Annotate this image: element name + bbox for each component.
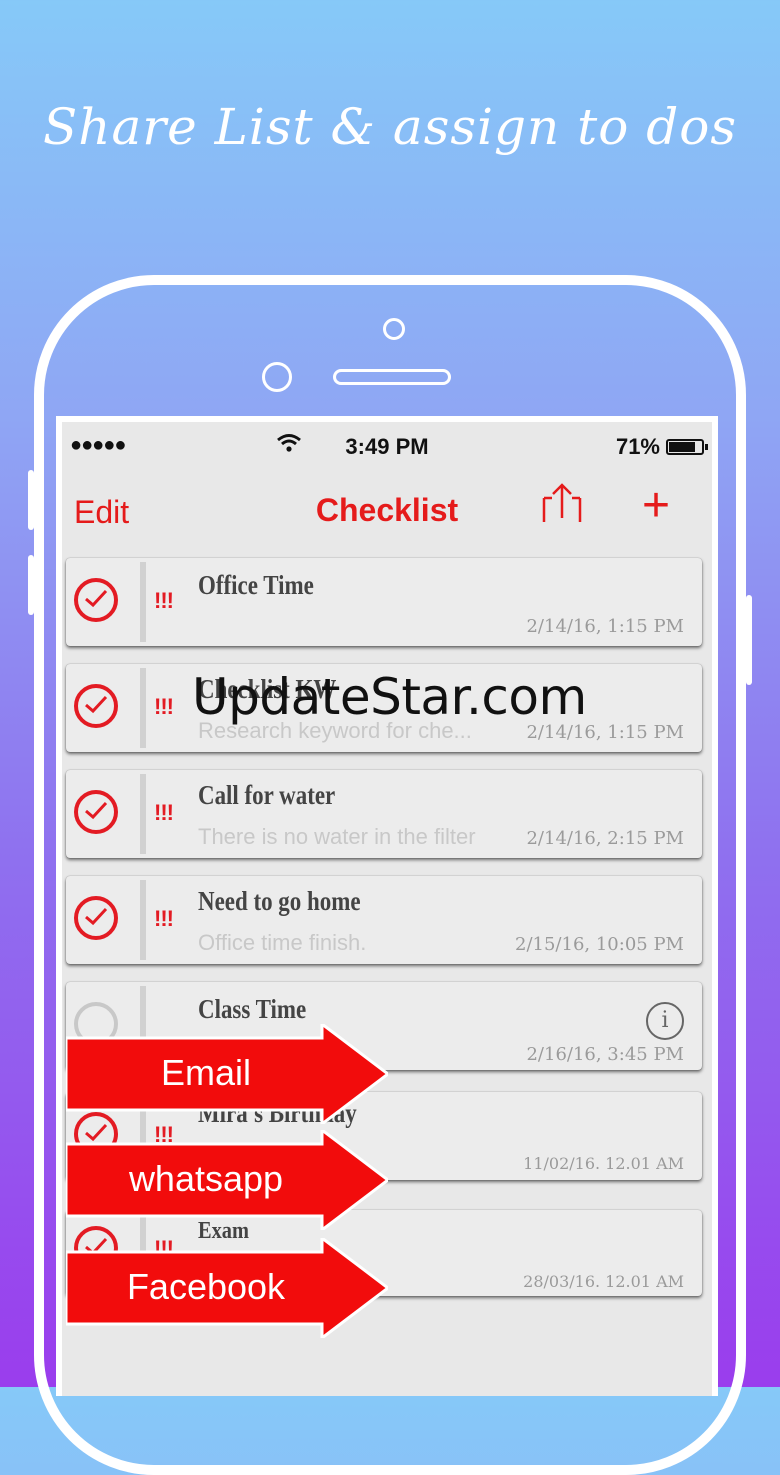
priority-flag: !!! — [154, 906, 174, 931]
info-icon[interactable]: i — [646, 1002, 684, 1040]
checkmark-icon[interactable] — [74, 790, 118, 834]
list-item[interactable]: !!! Office Time 2/14/16, 1:15 PM — [66, 558, 702, 646]
status-bar: ●●●●● 3:49 PM 71% — [62, 422, 712, 472]
checkmark-icon[interactable] — [74, 896, 118, 940]
front-camera — [262, 362, 292, 392]
speaker-grille — [333, 369, 451, 385]
item-title: Need to go home — [198, 886, 361, 916]
status-time: 3:49 PM — [345, 434, 429, 459]
priority-flag: !!! — [154, 588, 174, 613]
nav-bar: Edit Checklist + — [62, 474, 712, 544]
list-item[interactable]: !!! Call for water There is no water in … — [66, 770, 702, 858]
share-whatsapp-label: whatsapp — [128, 1158, 284, 1199]
priority-flag: !!! — [154, 800, 174, 825]
item-divider — [140, 668, 146, 748]
item-date: 2/16/16, 3:45 PM — [526, 1044, 684, 1065]
share-facebook-button[interactable]: Facebook — [66, 1238, 388, 1338]
item-title: Class Time — [198, 994, 307, 1024]
item-date: 28/03/16. 12.01 AM — [523, 1272, 684, 1291]
item-title: Call for water — [198, 780, 336, 810]
list-item[interactable]: !!! Need to go home Office time finish. … — [66, 876, 702, 964]
checkmark-icon[interactable] — [74, 578, 118, 622]
watermark: UpdateStar.com — [192, 668, 587, 726]
item-divider — [140, 880, 146, 960]
share-whatsapp-button[interactable]: whatsapp — [66, 1130, 388, 1230]
battery-icon — [666, 439, 708, 455]
share-facebook-label: Facebook — [126, 1266, 286, 1307]
add-button[interactable]: + — [642, 482, 670, 530]
headline: Share List & assign to dos — [43, 98, 737, 156]
item-date: 2/14/16, 1:15 PM — [526, 616, 684, 637]
share-email-label: Email — [160, 1052, 252, 1093]
item-subtitle: Office time finish. — [198, 930, 367, 955]
phone-side-button-left — [28, 470, 34, 530]
phone-side-button-right — [746, 595, 752, 685]
item-title: Office Time — [198, 570, 314, 600]
share-icon[interactable] — [540, 482, 584, 531]
item-divider — [140, 774, 146, 854]
item-subtitle: There is no water in the filter — [198, 824, 476, 849]
item-date: 2/14/16, 2:15 PM — [526, 828, 684, 849]
page-title: Checklist — [315, 492, 459, 528]
share-email-button[interactable]: Email — [66, 1024, 388, 1124]
item-date: 11/02/16. 12.01 AM — [523, 1154, 684, 1173]
battery-percent: 71% — [615, 434, 660, 459]
phone-side-button-left-2 — [28, 555, 34, 615]
item-date: 2/15/16, 10:05 PM — [515, 934, 684, 955]
checkmark-icon[interactable] — [74, 684, 118, 728]
priority-flag: !!! — [154, 694, 174, 719]
front-sensor — [383, 318, 405, 340]
item-divider — [140, 562, 146, 642]
battery-indicator: 71% — [615, 434, 708, 460]
